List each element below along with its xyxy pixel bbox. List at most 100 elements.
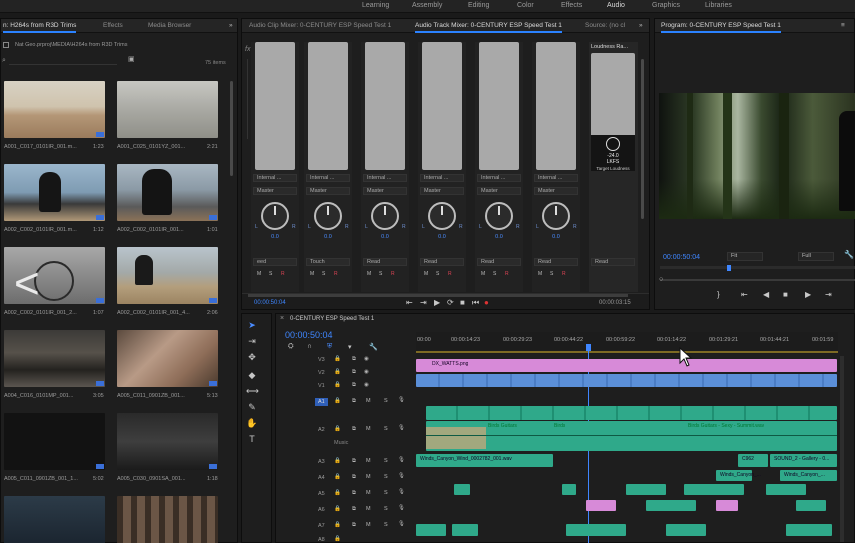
project-scrollbar[interactable] bbox=[230, 81, 233, 176]
sfx-clip[interactable] bbox=[716, 500, 738, 511]
clip-thumbnail[interactable] bbox=[4, 496, 105, 543]
hand-tool-icon[interactable]: ✋ bbox=[246, 418, 258, 429]
pan-knob[interactable] bbox=[261, 202, 289, 230]
pan-value[interactable]: 0.0 bbox=[361, 234, 409, 240]
mute-button[interactable]: M bbox=[366, 458, 371, 464]
master-automation-select[interactable]: Read bbox=[591, 258, 635, 266]
lock-icon[interactable]: 🔒 bbox=[334, 426, 341, 432]
input-select[interactable]: Internal ... bbox=[534, 174, 578, 182]
sfx-clip[interactable] bbox=[766, 484, 806, 495]
audio-clip-a4[interactable]: Winds_Canyon_... bbox=[716, 470, 761, 481]
mute-button[interactable]: M bbox=[257, 271, 261, 277]
sfx-clip[interactable] bbox=[684, 484, 744, 495]
timeline-vscroll[interactable] bbox=[840, 356, 844, 542]
tab-media-browser[interactable]: Media Browser bbox=[148, 22, 191, 29]
mute-button[interactable]: M bbox=[366, 398, 371, 404]
rewind-icon[interactable]: ⏮ bbox=[472, 298, 479, 308]
pan-value[interactable]: 0.0 bbox=[532, 234, 580, 240]
automation-mode-select[interactable]: Read bbox=[477, 258, 521, 266]
solo-button[interactable]: S bbox=[436, 271, 439, 277]
record-button[interactable]: R bbox=[334, 271, 338, 277]
play-icon[interactable]: ▶ bbox=[434, 298, 440, 307]
channel-fader[interactable] bbox=[255, 42, 295, 170]
mute-button[interactable]: M bbox=[366, 522, 371, 528]
clip-thumbnail[interactable] bbox=[4, 413, 105, 470]
automation-mode-select[interactable]: Read bbox=[534, 258, 578, 266]
sfx-clip[interactable] bbox=[454, 484, 470, 495]
snap-icon[interactable]: ⛭ bbox=[288, 343, 294, 351]
workspace-assembly[interactable]: Assembly bbox=[412, 2, 442, 9]
pan-knob[interactable] bbox=[371, 202, 399, 230]
go-to-out-icon[interactable]: ⇥ bbox=[420, 298, 427, 307]
voiceover-mic-icon[interactable]: 🎙 bbox=[398, 521, 405, 527]
solo-button[interactable]: S bbox=[384, 426, 388, 432]
sync-lock-icon[interactable]: ⧉ bbox=[352, 506, 356, 513]
tab-project[interactable]: n: H264s from R3D Trims bbox=[3, 22, 77, 33]
channel-fader[interactable] bbox=[365, 42, 405, 170]
pan-value[interactable]: 0.0 bbox=[251, 234, 299, 240]
razor-tool-icon[interactable]: ◆ bbox=[246, 370, 258, 381]
stop-icon[interactable]: ■ bbox=[783, 290, 788, 299]
lock-icon[interactable]: 🔒 bbox=[334, 474, 341, 480]
mute-button[interactable]: M bbox=[366, 426, 371, 432]
record-button[interactable]: R bbox=[281, 271, 285, 277]
go-to-in-icon[interactable]: ⇤ bbox=[741, 290, 748, 299]
video-track-clips[interactable] bbox=[416, 374, 837, 387]
record-button[interactable]: R bbox=[505, 271, 509, 277]
channel-fader[interactable] bbox=[308, 42, 348, 170]
music-clip[interactable]: Birds Guitars Birds Birds Guitars - Sexy… bbox=[426, 421, 837, 451]
sfx-clip[interactable] bbox=[562, 484, 576, 495]
resolution-select[interactable]: Full bbox=[798, 252, 834, 261]
pan-value[interactable]: 0.0 bbox=[304, 234, 352, 240]
pan-value[interactable]: 0.0 bbox=[418, 234, 466, 240]
solo-button[interactable]: S bbox=[379, 271, 382, 277]
channel-fader[interactable] bbox=[479, 42, 519, 170]
voiceover-mic-icon[interactable]: 🎙 bbox=[398, 489, 405, 495]
mute-button[interactable]: M bbox=[481, 271, 485, 277]
loop-icon[interactable]: ⟳ bbox=[447, 298, 454, 307]
panel-overflow-icon[interactable]: » bbox=[229, 22, 233, 29]
add-marker-icon[interactable]: ⛨ bbox=[327, 343, 332, 351]
program-timecode[interactable]: 00:00:50:04 bbox=[663, 254, 700, 261]
slip-tool-icon[interactable]: ⟷ bbox=[246, 386, 259, 397]
audio-clip-a3[interactable]: C962 bbox=[738, 454, 768, 467]
automation-mode-select[interactable]: eed bbox=[253, 258, 297, 266]
search-input[interactable] bbox=[9, 57, 117, 65]
close-tab-icon[interactable]: × bbox=[280, 315, 284, 322]
sfx-clip[interactable] bbox=[626, 484, 666, 495]
output-select[interactable]: Master bbox=[306, 187, 350, 195]
linked-selection-icon[interactable]: ∩ bbox=[307, 343, 312, 350]
solo-button[interactable]: S bbox=[269, 271, 272, 277]
input-select[interactable]: Internal ... bbox=[253, 174, 297, 182]
voiceover-mic-icon[interactable]: 🎙 bbox=[398, 397, 405, 403]
clip-thumbnail[interactable] bbox=[4, 81, 105, 138]
lock-icon[interactable]: 🔒 bbox=[334, 536, 341, 542]
tab-audio-clip-mixer[interactable]: Audio Clip Mixer: 0-CENTURY ESP Speed Te… bbox=[249, 22, 391, 29]
audio-clip-a3[interactable]: Winds_Canyon_Wind_0002782_001.wav bbox=[416, 454, 553, 467]
program-menu-icon[interactable]: ≡ bbox=[841, 22, 845, 29]
zoom-handle-icon[interactable]: ○ bbox=[659, 276, 663, 283]
eye-icon[interactable]: ◉ bbox=[364, 382, 369, 388]
program-video-frame[interactable] bbox=[659, 93, 855, 219]
lock-icon[interactable]: 🔒 bbox=[334, 458, 341, 464]
workspace-editing[interactable]: Editing bbox=[468, 2, 489, 9]
mute-button[interactable]: M bbox=[366, 474, 371, 480]
sfx-clip[interactable] bbox=[452, 524, 478, 536]
lock-icon[interactable]: 🔒 bbox=[334, 490, 341, 496]
record-button[interactable]: R bbox=[562, 271, 566, 277]
clip-thumbnail[interactable] bbox=[117, 81, 218, 138]
prev-chevron-icon[interactable]: < bbox=[14, 262, 40, 306]
sync-lock-icon[interactable]: ⧉ bbox=[352, 522, 356, 529]
panel-overflow-icon[interactable]: » bbox=[639, 22, 643, 29]
timeline-tracks-area[interactable]: DX_WATTS.png Birds Guitars Birds Birds G… bbox=[416, 354, 838, 543]
pan-value[interactable]: 0.0 bbox=[475, 234, 523, 240]
sync-lock-icon[interactable]: ⧉ bbox=[352, 458, 356, 465]
sfx-clip[interactable] bbox=[666, 524, 706, 536]
mixer-timecode[interactable]: 00:00:50:04 bbox=[254, 300, 286, 306]
mute-button[interactable]: M bbox=[538, 271, 542, 277]
sfx-clip[interactable] bbox=[566, 524, 626, 536]
mixer-hscroll[interactable] bbox=[248, 294, 628, 297]
go-to-in-icon[interactable]: ⇤ bbox=[406, 298, 413, 307]
output-select[interactable]: Master bbox=[363, 187, 407, 195]
solo-button[interactable]: S bbox=[384, 458, 388, 464]
